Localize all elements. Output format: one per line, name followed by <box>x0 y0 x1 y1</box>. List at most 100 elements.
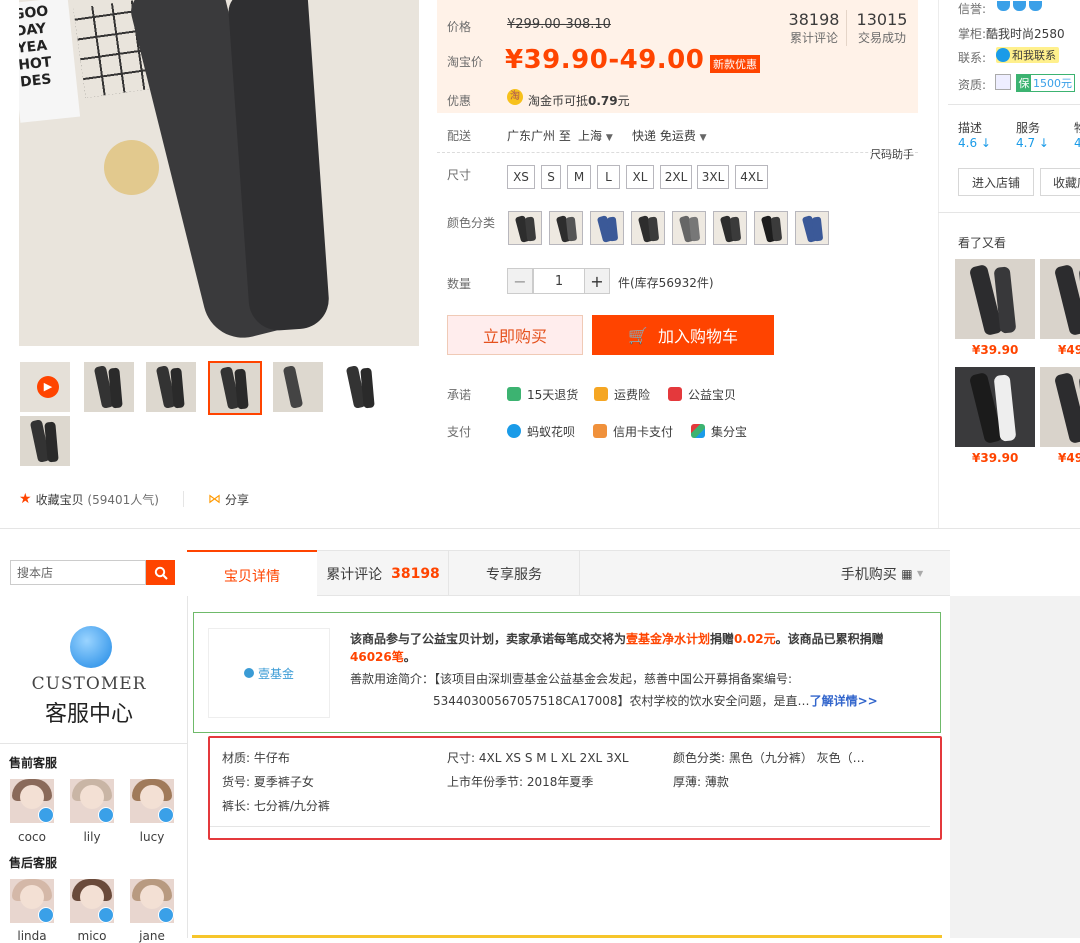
color-label: 颜色分类 <box>447 216 496 230</box>
jifenbao-icon <box>691 424 705 438</box>
payment-credit-card[interactable]: 信用卡支付 <box>593 423 673 440</box>
size-option-xl[interactable]: XL <box>626 165 654 189</box>
thumbnail[interactable] <box>84 362 134 412</box>
color-option[interactable] <box>631 211 665 245</box>
divider <box>938 212 1080 213</box>
avatar[interactable] <box>70 779 114 823</box>
avatar[interactable] <box>10 879 54 923</box>
attr-season: 上市年份季节: 2018年夏季 <box>447 775 594 789</box>
store-search-input[interactable]: 搜本店 <box>10 560 146 585</box>
delivery-destination[interactable]: 上海 ▼ <box>578 127 613 144</box>
also-viewed-title: 看了又看 <box>958 236 1007 250</box>
price-label: 价格 <box>447 20 472 34</box>
wangwang-icon <box>98 907 114 923</box>
detail-tabbar: 宝贝详情 累计评论 38198 专享服务 手机购买 ▦ ▼ <box>187 550 950 599</box>
payment-jifenbao[interactable]: 集分宝 <box>691 423 747 440</box>
tab-exclusive-service[interactable]: 专享服务 <box>449 551 580 596</box>
thumbnail[interactable] <box>336 362 386 412</box>
contact-button[interactable]: 和我联系 <box>996 47 1059 63</box>
color-option[interactable] <box>549 211 583 245</box>
star-icon: ★ <box>19 491 32 507</box>
main-product-image: GOO DAY YEA HOT DES <box>19 0 419 346</box>
size-option-3xl[interactable]: 3XL <box>697 165 729 189</box>
sales-count: 13015 <box>856 10 908 29</box>
promise-label: 承诺 <box>447 388 472 402</box>
size-option-4xl[interactable]: 4XL <box>735 165 768 189</box>
color-option[interactable] <box>672 211 706 245</box>
recommended-item[interactable] <box>955 367 1035 447</box>
recommended-item[interactable] <box>1040 259 1080 339</box>
license-icon[interactable] <box>995 74 1011 90</box>
credit-card-icon <box>593 424 607 438</box>
add-to-cart-button[interactable]: 🛒 加入购物车 <box>592 315 774 355</box>
thumbnail-video[interactable]: ▶ <box>20 362 70 412</box>
customer-service-logo-cn: 客服中心 <box>44 702 133 727</box>
color-option[interactable] <box>754 211 788 245</box>
recommended-item[interactable] <box>1040 367 1080 447</box>
enter-shop-button[interactable]: 进入店铺 <box>958 168 1034 196</box>
tab-details[interactable]: 宝贝详情 <box>187 550 317 599</box>
cs-name[interactable]: jane <box>130 929 174 943</box>
color-option[interactable] <box>508 211 542 245</box>
qr-code-icon: ▦ <box>901 566 913 581</box>
thumbnail[interactable] <box>20 416 70 466</box>
size-option-2xl[interactable]: 2XL <box>660 165 692 189</box>
rating-description: 描述 4.6 ↓ <box>958 121 991 150</box>
store-search-button[interactable] <box>146 560 175 585</box>
cs-name[interactable]: lucy <box>130 830 174 844</box>
tab-reviews[interactable]: 累计评论 38198 <box>318 551 449 596</box>
play-icon: ▶ <box>37 376 59 398</box>
thumbnail[interactable] <box>273 362 323 412</box>
reviews-stat[interactable]: 38198 累计评论 <box>782 10 846 46</box>
deposit-badge[interactable]: 保 1500元 <box>1016 74 1075 92</box>
cs-name[interactable]: coco <box>10 830 54 844</box>
payment-huabei[interactable]: 蚂蚁花呗 <box>507 423 575 440</box>
collect-shop-button[interactable]: 收藏店 <box>1040 168 1080 196</box>
promise-shipping-insurance[interactable]: 运费险 <box>594 386 650 403</box>
charity-text: 该商品参与了公益宝贝计划，卖家承诺每笔成交将为壹基金净水计划捐赠0.02元。该商… <box>350 632 884 664</box>
size-option-m[interactable]: M <box>567 165 591 189</box>
right-gutter <box>950 596 1080 938</box>
customer-service-logo-en: CUSTOMER <box>31 674 147 694</box>
thumbnail-selected[interactable] <box>208 361 262 415</box>
presale-title: 售前客服 <box>9 756 58 770</box>
quantity-label: 数量 <box>447 277 472 291</box>
avatar[interactable] <box>130 779 174 823</box>
quantity-plus-button[interactable]: + <box>584 268 610 294</box>
avatar[interactable] <box>70 879 114 923</box>
delivery-method[interactable]: 快递 免运费 ▼ <box>632 127 707 144</box>
cs-name[interactable]: mico <box>70 929 114 943</box>
recommended-item[interactable] <box>955 259 1035 339</box>
avatar[interactable] <box>130 879 174 923</box>
color-option[interactable] <box>590 211 624 245</box>
cs-name[interactable]: lily <box>70 830 114 844</box>
quantity-input[interactable]: 1 <box>533 268 585 294</box>
gold-coin-icon: 淘 <box>507 89 523 105</box>
color-option[interactable] <box>713 211 747 245</box>
delivery-from: 广东广州 至 <box>507 129 571 143</box>
size-helper-link[interactable]: 尺码助手 <box>870 146 914 162</box>
promise-charity[interactable]: 公益宝贝 <box>668 386 736 403</box>
promise-return[interactable]: 15天退货 <box>507 386 578 403</box>
color-option[interactable] <box>795 211 829 245</box>
spacer <box>0 529 1080 550</box>
size-option-l[interactable]: L <box>597 165 620 189</box>
share-button[interactable]: 分享 <box>225 491 249 508</box>
avatar[interactable] <box>10 779 54 823</box>
add-to-cart-label: 加入购物车 <box>657 327 738 346</box>
cs-name[interactable]: linda <box>10 929 54 943</box>
quantity-minus-button[interactable]: − <box>507 268 533 294</box>
thumbnail[interactable] <box>146 362 196 412</box>
size-option-xs[interactable]: XS <box>507 165 535 189</box>
charity-total: 46026笔 <box>350 650 404 664</box>
attr-size: 尺寸: 4XL XS S M L XL 2XL 3XL <box>447 751 629 765</box>
charity-more-link[interactable]: 了解详情>> <box>810 694 878 708</box>
recommended-price: ¥49 <box>1058 451 1080 465</box>
divider <box>948 104 1080 105</box>
favorite-button[interactable]: 收藏宝贝 (59401人气) <box>36 491 159 508</box>
buy-now-button[interactable]: 立即购买 <box>447 315 583 355</box>
payment-label: 支付 <box>447 425 472 439</box>
charity-logo: 壹基金 <box>208 628 330 718</box>
mobile-buy-button[interactable]: 手机购买 ▦ ▼ <box>827 551 937 596</box>
size-option-s[interactable]: S <box>541 165 561 189</box>
